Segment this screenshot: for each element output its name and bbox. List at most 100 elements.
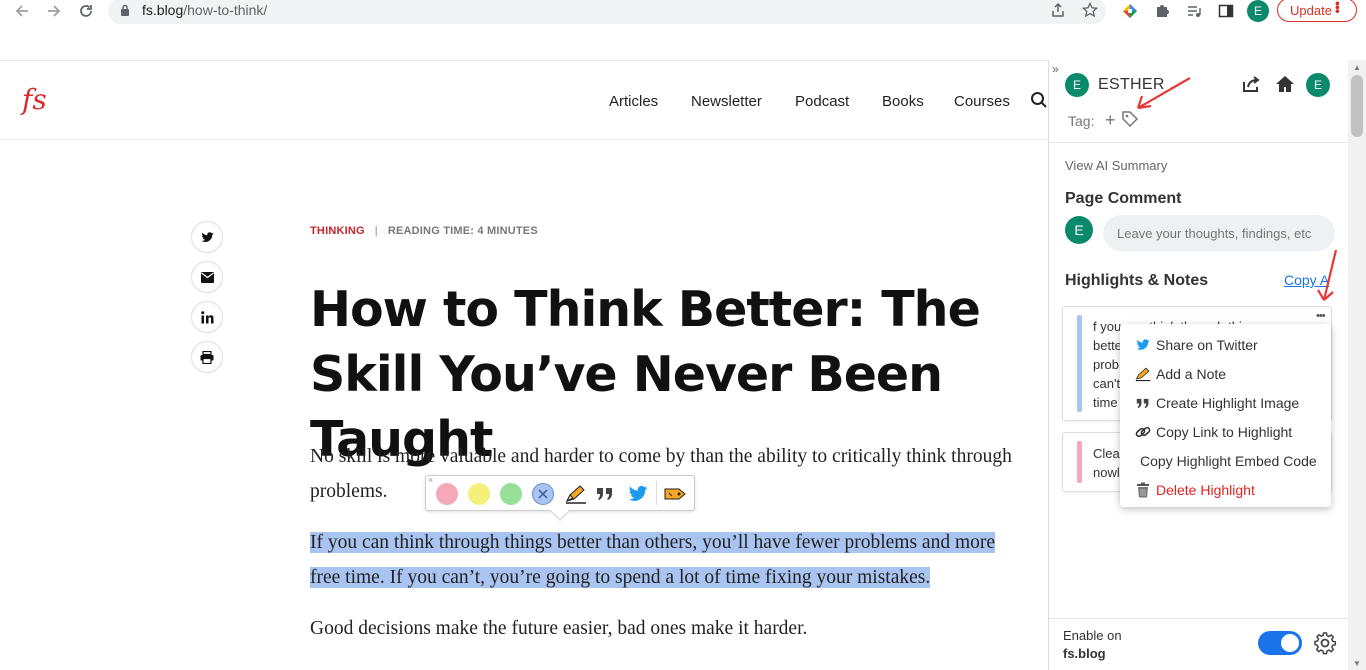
twitter-tool[interactable] xyxy=(625,481,651,507)
color-green-swatch[interactable] xyxy=(500,483,522,505)
gear-icon[interactable] xyxy=(1313,631,1337,655)
enable-site-toggle[interactable] xyxy=(1258,631,1302,655)
url-text: fs.blog/how-to-think/ xyxy=(142,2,268,18)
arrow-right-icon xyxy=(48,5,61,17)
share-page-icon[interactable] xyxy=(1048,0,1068,20)
tag-label: Tag: xyxy=(1068,113,1095,129)
nav-courses[interactable]: Courses xyxy=(954,93,1010,110)
quote-icon xyxy=(1134,394,1152,412)
scrollbar-thumb[interactable] xyxy=(1351,75,1363,137)
enable-site-text: fs.blog xyxy=(1063,646,1106,661)
article-meta: THINKING | READING TIME: 4 MINUTES xyxy=(310,225,538,237)
sidebar-divider xyxy=(1049,142,1349,143)
add-note-tool[interactable] xyxy=(563,481,589,507)
scroll-down-icon[interactable]: ▼ xyxy=(1353,659,1361,668)
collapse-sidebar-icon[interactable]: » xyxy=(1052,62,1059,76)
media-playlist-icon[interactable] xyxy=(1183,0,1205,22)
extensions-puzzle-icon[interactable] xyxy=(1151,0,1173,22)
reload-icon xyxy=(80,5,92,17)
nav-newsletter[interactable]: Newsletter xyxy=(691,93,762,110)
twitter-icon xyxy=(201,231,213,242)
nav-books[interactable]: Books xyxy=(882,93,924,110)
tag-icon xyxy=(664,488,686,500)
arrow-left-icon xyxy=(15,5,28,17)
export-icon[interactable] xyxy=(1239,72,1263,96)
search-icon[interactable] xyxy=(1030,91,1048,109)
forward-button[interactable] xyxy=(42,0,66,22)
user-switcher[interactable]: ESTHER ⌄ xyxy=(1098,76,1177,94)
account-avatar[interactable]: E xyxy=(1306,73,1330,97)
menu-add-note[interactable]: Add a Note xyxy=(1134,363,1226,385)
menu-create-image[interactable]: Create Highlight Image xyxy=(1134,392,1299,414)
home-icon[interactable] xyxy=(1273,72,1297,96)
share-linkedin-button[interactable] xyxy=(191,301,223,333)
remove-highlight-swatch[interactable] xyxy=(532,483,554,505)
card-more-options-icon[interactable]: ••• xyxy=(1316,310,1326,322)
reload-button[interactable] xyxy=(74,0,98,22)
lock-icon xyxy=(121,4,129,16)
menu-label: Share on Twitter xyxy=(1156,337,1258,353)
paragraph-1-line-1: No skill is more valuable and harder to … xyxy=(310,446,1012,467)
menu-copy-link[interactable]: Copy Link to Highlight xyxy=(1134,421,1292,443)
category-link[interactable]: THINKING xyxy=(310,225,365,237)
quote-tool[interactable] xyxy=(592,481,618,507)
highlight-context-menu: Share on Twitter Add a Note Create Highl… xyxy=(1120,324,1331,507)
view-ai-summary-link[interactable]: View AI Summary xyxy=(1065,158,1167,173)
share-twitter-button[interactable] xyxy=(191,221,223,253)
update-button[interactable]: Update ••• xyxy=(1277,0,1357,22)
plus-glyph: + xyxy=(1105,110,1116,130)
add-tag-button[interactable]: + xyxy=(1105,110,1139,131)
tag-tool[interactable] xyxy=(662,481,688,507)
color-pink-swatch[interactable] xyxy=(436,483,458,505)
scroll-up-icon[interactable]: ▲ xyxy=(1353,63,1361,72)
menu-delete-highlight[interactable]: Delete Highlight xyxy=(1134,479,1255,501)
share-email-button[interactable] xyxy=(191,261,223,293)
profile-avatar[interactable]: E xyxy=(1247,0,1269,22)
extension-colorful-icon[interactable] xyxy=(1119,0,1141,22)
page-comment-input[interactable] xyxy=(1103,215,1335,251)
print-button[interactable] xyxy=(191,341,223,373)
reading-time: READING TIME: 4 MINUTES xyxy=(387,225,538,237)
highlighted-line-1[interactable]: If you can think through things better t… xyxy=(310,532,996,553)
site-logo[interactable]: fs xyxy=(22,83,47,116)
sidebar-footer: Enable on fs.blog xyxy=(1049,618,1349,670)
menu-label: Create Highlight Image xyxy=(1156,395,1300,411)
menu-copy-embed[interactable]: Copy Highlight Embed Code xyxy=(1140,450,1317,472)
nav-articles[interactable]: Articles xyxy=(609,93,658,110)
page-scrollbar[interactable]: ▲ ▼ xyxy=(1348,60,1366,670)
browser-toolbar: fs.blog/how-to-think/ E Update ••• xyxy=(0,0,1366,30)
highlights-notes-title: Highlights & Notes xyxy=(1065,272,1209,289)
menu-label: Add a Note xyxy=(1156,366,1227,382)
trash-icon xyxy=(1134,481,1152,499)
more-vert-icon: ••• xyxy=(1330,1,1346,13)
color-yellow-swatch[interactable] xyxy=(468,483,490,505)
back-button[interactable] xyxy=(10,0,34,22)
user-avatar[interactable]: E xyxy=(1065,73,1089,97)
menu-label: Copy Highlight Embed Code xyxy=(1140,453,1317,469)
web-page: fs Articles Newsletter Podcast Books Cou… xyxy=(0,60,1048,670)
copy-all-link[interactable]: Copy A xyxy=(1284,272,1329,288)
paragraph-3: Good decisions make the future easier, b… xyxy=(310,618,808,639)
menu-share-twitter[interactable]: Share on Twitter xyxy=(1134,334,1258,356)
toggle-knob xyxy=(1281,634,1299,652)
meta-separator: | xyxy=(374,225,378,237)
enable-on-label: Enable on fs.blog xyxy=(1063,627,1122,663)
paragraph-2-highlighted[interactable]: If you can think through things better t… xyxy=(310,525,1040,595)
toolbar-close-icon[interactable]: × xyxy=(428,475,433,485)
update-label: Update xyxy=(1290,2,1332,18)
address-bar[interactable]: fs.blog/how-to-think/ xyxy=(108,0,1106,24)
pencil-note-icon xyxy=(565,485,586,504)
page-comment-title: Page Comment xyxy=(1065,190,1182,207)
bookmark-star-icon[interactable] xyxy=(1080,0,1100,20)
twitter-bird-icon xyxy=(628,485,648,501)
side-panel-icon[interactable] xyxy=(1215,0,1237,22)
comment-avatar: E xyxy=(1065,216,1093,244)
quote-icon xyxy=(597,488,612,500)
menu-label: Copy Link to Highlight xyxy=(1156,424,1293,440)
envelope-icon xyxy=(200,271,214,283)
nav-podcast[interactable]: Podcast xyxy=(795,93,849,110)
tag-outline-icon xyxy=(1121,111,1138,128)
highlighted-line-2[interactable]: free time. If you can’t, you’re going to… xyxy=(310,567,931,588)
site-header: fs Articles Newsletter Podcast Books Cou… xyxy=(0,61,1048,140)
link-icon xyxy=(1134,423,1152,441)
